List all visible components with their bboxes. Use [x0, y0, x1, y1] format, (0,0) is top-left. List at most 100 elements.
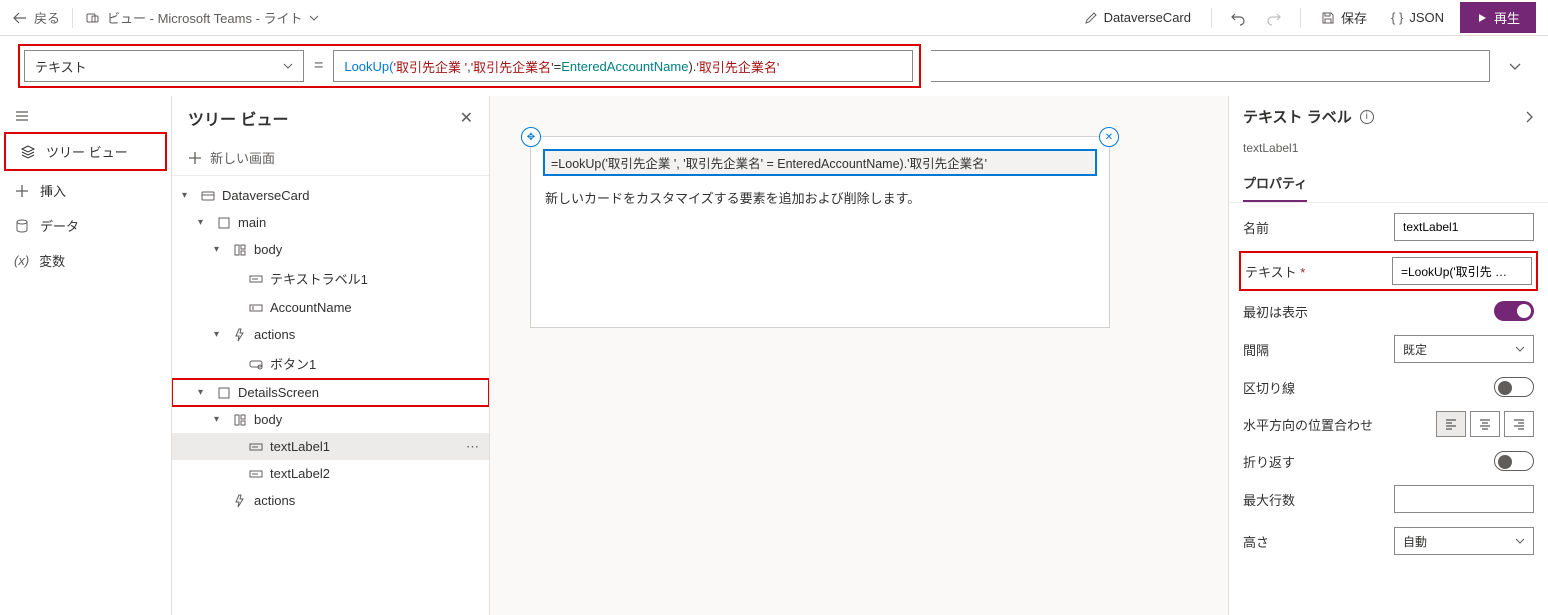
- height-select[interactable]: 自動: [1394, 527, 1534, 555]
- selected-label-field[interactable]: =LookUp('取引先企業 ', '取引先企業名' = EnteredAcco…: [543, 149, 1097, 176]
- text-input[interactable]: [1392, 257, 1532, 285]
- props-header: テキスト ラベル i: [1229, 96, 1548, 137]
- tree-node-textlabel2[interactable]: textLabel2: [172, 460, 489, 487]
- props-tabs: プロパティ: [1229, 165, 1548, 203]
- props-subtitle: textLabel1: [1229, 137, 1548, 165]
- leftrail-vars-label: 変数: [39, 251, 65, 270]
- leftrail-data[interactable]: データ: [0, 208, 171, 243]
- close-button[interactable]: ✕: [460, 108, 473, 128]
- tree-node-label: AccountName: [270, 300, 352, 315]
- properties-panel: テキスト ラベル i textLabel1 プロパティ 名前 テキスト * 最初…: [1228, 96, 1548, 615]
- align-right-button[interactable]: [1504, 411, 1534, 437]
- tree-node-textlabel1[interactable]: テキストラベル1: [172, 263, 489, 294]
- expand-button[interactable]: [1524, 110, 1534, 124]
- play-button[interactable]: 再生: [1460, 2, 1536, 33]
- property-selector[interactable]: テキスト: [24, 50, 304, 82]
- prop-label: 水平方向の位置合わせ: [1243, 415, 1373, 434]
- leftrail-variables[interactable]: (x) 変数: [0, 243, 171, 278]
- tree-node-actions[interactable]: ▾ actions: [172, 321, 489, 348]
- tree-node-label: DetailsScreen: [238, 385, 319, 400]
- tree-node-label: actions: [254, 493, 295, 508]
- play-icon: [1476, 12, 1488, 24]
- chevron-right-icon: [1524, 110, 1534, 124]
- tree-panel: ツリー ビュー ✕ 新しい画面 ▾ DataverseCard ▾ main ▾…: [172, 96, 490, 615]
- formula-expand-button[interactable]: [1500, 60, 1530, 72]
- back-label: 戻る: [34, 8, 60, 27]
- formula-input-ext[interactable]: [931, 50, 1490, 82]
- view-title[interactable]: ビュー - Microsoft Teams - ライト: [85, 8, 319, 27]
- dataverse-card-button[interactable]: DataverseCard: [1076, 6, 1199, 29]
- props-rows: 名前 テキスト * 最初は表示 間隔 既定 区切り線: [1229, 203, 1548, 565]
- tree-node-label: body: [254, 242, 282, 257]
- equals-icon: =: [314, 57, 323, 75]
- teams-icon: [85, 10, 101, 26]
- formula-input[interactable]: LookUp('取引先企業 ', '取引先企業名' = EnteredAccou…: [333, 50, 913, 82]
- name-input[interactable]: [1394, 213, 1534, 241]
- tree-node-label: body: [254, 412, 282, 427]
- canvas[interactable]: ✥ ✕ =LookUp('取引先企業 ', '取引先企業名' = Entered…: [490, 96, 1228, 615]
- tab-properties[interactable]: プロパティ: [1243, 165, 1307, 202]
- back-button[interactable]: 戻る: [12, 8, 60, 27]
- variable-icon: (x): [14, 253, 29, 268]
- prop-label: 折り返す: [1243, 452, 1295, 471]
- align-center-button[interactable]: [1470, 411, 1500, 437]
- info-icon[interactable]: i: [1360, 110, 1374, 124]
- label-icon: [248, 272, 264, 286]
- tree-node-detailsscreen[interactable]: ▾ DetailsScreen: [172, 379, 489, 406]
- divider: [1211, 8, 1212, 28]
- save-button[interactable]: 保存: [1313, 4, 1375, 31]
- align-right-icon: [1512, 417, 1526, 431]
- divider-toggle[interactable]: [1494, 377, 1534, 397]
- screen-icon: [216, 216, 232, 230]
- spacing-select[interactable]: 既定: [1394, 335, 1534, 363]
- tree-node-textlabel1b[interactable]: textLabel1 ⋯: [172, 433, 489, 460]
- hamburger-button[interactable]: [0, 102, 171, 130]
- prop-row-wrap: 折り返す: [1243, 451, 1534, 471]
- field-formula: =LookUp('取引先企業 ', '取引先企業名' = EnteredAcco…: [551, 157, 987, 171]
- prop-row-height: 高さ 自動: [1243, 527, 1534, 555]
- tree-panel-header: ツリー ビュー ✕: [172, 96, 489, 140]
- align-left-button[interactable]: [1436, 411, 1466, 437]
- leftrail-data-label: データ: [40, 216, 79, 235]
- prop-row-name: 名前: [1243, 213, 1534, 241]
- chevron-down-icon: ▾: [214, 244, 226, 255]
- wrap-toggle[interactable]: [1494, 451, 1534, 471]
- align-center-icon: [1478, 417, 1492, 431]
- container-icon: [232, 413, 248, 427]
- tree-node-label: DataverseCard: [222, 188, 309, 203]
- tree-node-main[interactable]: ▾ main: [172, 209, 489, 236]
- chevron-down-icon: [1509, 60, 1521, 72]
- tree-node-actions2[interactable]: actions: [172, 487, 489, 514]
- tree-node-body[interactable]: ▾ body: [172, 236, 489, 263]
- tree-node-dataversecard[interactable]: ▾ DataverseCard: [172, 182, 489, 209]
- prop-label: 間隔: [1243, 340, 1269, 359]
- actions-icon: [232, 328, 248, 342]
- redo-icon: [1266, 10, 1282, 26]
- prop-label: テキスト *: [1245, 262, 1305, 281]
- maxlines-input[interactable]: [1394, 485, 1534, 513]
- dataverse-label: DataverseCard: [1104, 10, 1191, 25]
- undo-button[interactable]: [1224, 6, 1252, 30]
- json-button[interactable]: { } JSON: [1383, 6, 1452, 29]
- prop-label: 高さ: [1243, 532, 1269, 551]
- align-left-icon: [1444, 417, 1458, 431]
- tree-node-accountname[interactable]: AccountName: [172, 294, 489, 321]
- tree-node-label: actions: [254, 327, 295, 342]
- tree-node-label: テキストラベル1: [270, 269, 368, 288]
- new-screen-button[interactable]: 新しい画面: [172, 140, 489, 176]
- leftrail-tree-view[interactable]: ツリー ビュー: [4, 132, 167, 171]
- chevron-down-icon: [1515, 536, 1525, 546]
- plus-icon: [14, 183, 30, 199]
- prop-row-halign: 水平方向の位置合わせ: [1243, 411, 1534, 437]
- save-icon: [1321, 11, 1335, 25]
- card-preview[interactable]: ✥ ✕ =LookUp('取引先企業 ', '取引先企業名' = Entered…: [530, 136, 1110, 328]
- tree-node-body2[interactable]: ▾ body: [172, 406, 489, 433]
- move-handle[interactable]: ✥: [521, 127, 541, 147]
- json-label: JSON: [1409, 10, 1444, 25]
- close-handle[interactable]: ✕: [1099, 127, 1119, 147]
- leftrail-insert[interactable]: 挿入: [0, 173, 171, 208]
- tree-node-button1[interactable]: ボタン1: [172, 348, 489, 379]
- more-button[interactable]: ⋯: [466, 439, 479, 455]
- prop-row-maxlines: 最大行数: [1243, 485, 1534, 513]
- visible-toggle[interactable]: [1494, 301, 1534, 321]
